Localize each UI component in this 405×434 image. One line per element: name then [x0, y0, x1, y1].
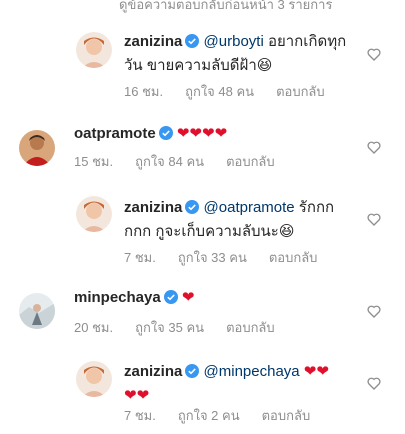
comment-body-line2: กกก กูจะเก็บความลับนะ😆	[124, 223, 295, 240]
verified-badge-icon	[158, 124, 173, 140]
avatar-zanizina-image	[76, 32, 112, 68]
avatar[interactable]	[76, 196, 112, 232]
reply-button[interactable]: ตอบกลับ	[269, 250, 318, 265]
heart-outline-icon[interactable]	[366, 375, 382, 391]
heart-outline-icon[interactable]	[366, 211, 382, 227]
like-count[interactable]: ถูกใจ 35 คน	[135, 320, 204, 335]
view-previous-replies-link[interactable]: ดูข้อความตอบกลับก่อนหน้า 3 รายการ	[119, 0, 332, 15]
comment-text: minpechaya ❤	[74, 286, 374, 310]
heart-outline-icon[interactable]	[366, 303, 382, 319]
username[interactable]: minpechaya	[74, 289, 161, 306]
comment-text: zanizina @minpechaya ❤❤ ❤❤	[124, 360, 369, 408]
comment-meta: 15 ชม. ถูกใจ 84 คน ตอบกลับ	[74, 151, 297, 172]
comment-meta: 16 ชม. ถูกใจ 48 คน ตอบกลับ	[124, 81, 347, 102]
like-count[interactable]: ถูกใจ 48 คน	[185, 84, 254, 99]
like-count[interactable]: ถูกใจ 84 คน	[135, 154, 204, 169]
comment-body-line1: รักกก	[294, 199, 335, 216]
heart-emojis: ❤❤	[124, 387, 150, 404]
heart-emojis: ❤❤	[299, 363, 329, 380]
reply-button[interactable]: ตอบกลับ	[276, 84, 325, 99]
avatar[interactable]	[19, 130, 55, 166]
comment-meta: 7 ชม. ถูกใจ 33 คน ตอบกลับ	[124, 247, 339, 268]
username[interactable]: zanizina	[124, 33, 182, 50]
verified-badge-icon	[163, 288, 178, 304]
comment-time: 15 ชม.	[74, 154, 114, 169]
comment-meta: 7 ชม. ถูกใจ 2 คน ตอบกลับ	[124, 405, 332, 426]
comment-time: 20 ชม.	[74, 320, 114, 335]
comment-body-line2: วัน ขายความลับดีฝ้า😆	[124, 57, 273, 74]
heart-outline-icon[interactable]	[366, 139, 382, 155]
avatar-zanizina-image	[76, 361, 112, 397]
heart-emojis: ❤	[181, 289, 195, 306]
comment-text: oatpramote ❤❤❤❤	[74, 122, 374, 146]
mention-link[interactable]: @oatpramote	[204, 199, 295, 216]
reply-button[interactable]: ตอบกลับ	[226, 320, 275, 335]
verified-badge-icon	[185, 198, 200, 214]
avatar-minpechaya-image	[19, 293, 55, 329]
username[interactable]: zanizina	[124, 363, 182, 380]
reply-button[interactable]: ตอบกลับ	[262, 408, 311, 423]
comment-meta: 20 ชม. ถูกใจ 35 คน ตอบกลับ	[74, 317, 297, 338]
heart-outline-icon[interactable]	[366, 46, 382, 62]
avatar[interactable]	[76, 32, 112, 68]
avatar[interactable]	[19, 293, 55, 329]
avatar[interactable]	[76, 361, 112, 397]
like-count[interactable]: ถูกใจ 33 คน	[178, 250, 247, 265]
reply-button[interactable]: ตอบกลับ	[226, 154, 275, 169]
comment-time: 16 ชม.	[124, 84, 164, 99]
comment-text: zanizina @oatpramote รักกก กกก กูจะเก็บค…	[124, 196, 369, 244]
mention-link[interactable]: @minpechaya	[204, 363, 300, 380]
username[interactable]: zanizina	[124, 199, 182, 216]
avatar-zanizina-image	[76, 196, 112, 232]
avatar-oatpramote-image	[19, 130, 55, 166]
verified-badge-icon	[185, 362, 200, 378]
mention-link[interactable]: @urboyti	[204, 33, 264, 50]
comment-body-line1: อยากเกิดทุก	[263, 33, 347, 50]
heart-emojis: ❤❤❤❤	[176, 125, 228, 142]
comment-text: zanizina @urboyti อยากเกิดทุก วัน ขายควา…	[124, 30, 369, 78]
username[interactable]: oatpramote	[74, 125, 156, 142]
like-count[interactable]: ถูกใจ 2 คน	[178, 408, 240, 423]
comment-time: 7 ชม.	[124, 250, 156, 265]
verified-badge-icon	[185, 32, 200, 48]
comment-time: 7 ชม.	[124, 408, 156, 423]
